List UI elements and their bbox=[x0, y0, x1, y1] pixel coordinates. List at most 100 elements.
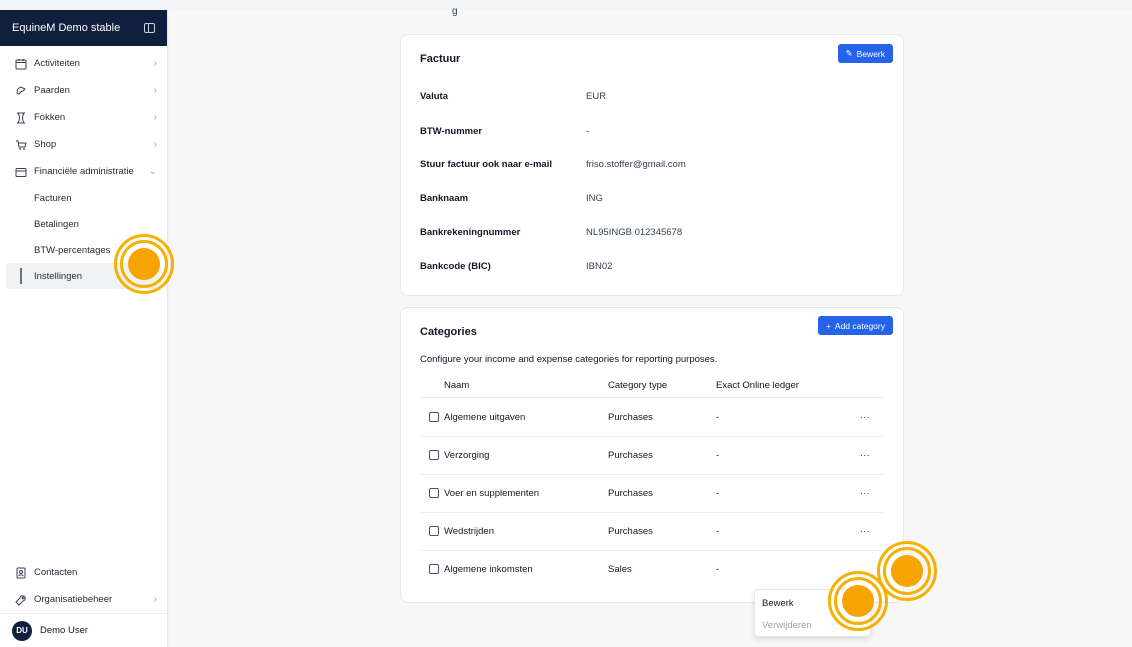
category-name: Algemene uitgaven bbox=[444, 412, 526, 423]
factuur-card: Factuur ✎ Bewerk Valuta EUR BTW-nummer -… bbox=[400, 34, 904, 296]
sidebar-item-label: Contacten bbox=[34, 567, 78, 578]
field-label: Bankcode (BIC) bbox=[420, 261, 491, 272]
row-checkbox[interactable] bbox=[429, 450, 439, 460]
sidebar-subitem-instellingen[interactable]: Instellingen bbox=[6, 263, 161, 289]
column-header-naam: Naam bbox=[444, 380, 470, 391]
sidebar-item-label: Activiteiten bbox=[34, 58, 80, 69]
chevron-right-icon: › bbox=[153, 58, 157, 69]
sidebar-subitem-label: BTW-percentages bbox=[34, 244, 111, 256]
field-label: BTW-nummer bbox=[420, 126, 483, 137]
field-value: IBN02 bbox=[586, 261, 613, 272]
pencil-icon: ✎ bbox=[845, 48, 853, 58]
field-value: - bbox=[586, 126, 590, 137]
sidebar-item-label: Financiële administratie bbox=[34, 166, 134, 177]
add-category-button[interactable]: + Add category bbox=[817, 316, 893, 335]
row-menu-icon[interactable]: ... bbox=[860, 486, 870, 497]
chevron-right-icon: › bbox=[153, 594, 157, 605]
sidebar-item-organisatiebeheer[interactable]: Organisatiebeheer › bbox=[0, 586, 167, 613]
categories-description: Configure your income and expense catego… bbox=[420, 354, 718, 365]
category-ledger: - bbox=[716, 412, 720, 423]
categories-title: Categories bbox=[420, 326, 477, 338]
sidebar-item-label: Organisatiebeheer bbox=[34, 594, 113, 605]
category-type: Purchases bbox=[608, 488, 653, 499]
row-menu-icon[interactable]: ... bbox=[860, 410, 870, 421]
sidebar-item-fokken[interactable]: Fokken › bbox=[0, 104, 167, 131]
row-checkbox[interactable] bbox=[429, 564, 439, 574]
field-label: Banknaam bbox=[420, 193, 469, 204]
field-label: Valuta bbox=[420, 91, 448, 102]
field-value: friso.stoffer@gmail.com bbox=[586, 159, 686, 170]
sidebar-nav: Activiteiten › Paarden › Fokken › Shop ›… bbox=[0, 46, 167, 289]
row-context-menu: Bewerk Verwijderen bbox=[754, 589, 871, 637]
sidebar-item-label: Paarden bbox=[34, 85, 70, 96]
sidebar-subitem-btw-percentages[interactable]: BTW-percentages bbox=[6, 237, 161, 263]
sidebar-bottom: Contacten Organisatiebeheer › DU Demo Us… bbox=[0, 559, 167, 647]
main-content: g Factuur ✎ Bewerk Valuta EUR BTW-nummer… bbox=[169, 6, 1132, 647]
sidebar-item-label: Fokken bbox=[34, 112, 66, 123]
row-checkbox[interactable] bbox=[429, 412, 439, 422]
sidebar-subitem-label: Instellingen bbox=[34, 270, 83, 282]
horse-icon bbox=[14, 84, 27, 97]
chevron-right-icon: › bbox=[153, 85, 157, 96]
row-menu-icon[interactable]: ... bbox=[860, 524, 870, 535]
sidebar-subitem-label: Betalingen bbox=[34, 218, 79, 230]
sidebar-subitem-betalingen[interactable]: Betalingen bbox=[6, 211, 161, 237]
table-row[interactable]: Verzorging Purchases - ... bbox=[420, 437, 884, 475]
sidebar-item-paarden[interactable]: Paarden › bbox=[0, 77, 167, 104]
category-type: Sales bbox=[608, 564, 632, 575]
row-checkbox[interactable] bbox=[429, 488, 439, 498]
factuur-title: Factuur bbox=[420, 53, 461, 65]
table-row[interactable]: Wedstrijden Purchases - ... bbox=[420, 513, 884, 551]
field-value: EUR bbox=[586, 91, 607, 102]
row-checkbox[interactable] bbox=[429, 526, 439, 536]
user-menu[interactable]: DU Demo User bbox=[0, 613, 167, 647]
field-label: Bankrekeningnummer bbox=[420, 227, 521, 238]
app-root: EquineM Demo stable Activiteiten › Paard… bbox=[0, 0, 1132, 647]
categories-card: Categories + Add category Configure your… bbox=[400, 307, 904, 603]
table-row[interactable]: Algemene uitgaven Purchases - ... bbox=[420, 399, 884, 437]
table-row[interactable]: Voer en supplementen Purchases - ... bbox=[420, 475, 884, 513]
chevron-down-icon: ⌄ bbox=[148, 166, 157, 177]
table-row[interactable]: Algemene inkomsten Sales - bbox=[420, 551, 884, 589]
settings-icon bbox=[14, 593, 27, 606]
sidebar-item-contacten[interactable]: Contacten bbox=[0, 559, 167, 586]
sidebar-subitem-facturen[interactable]: Facturen bbox=[6, 185, 161, 211]
menu-item-delete[interactable]: Verwijderen bbox=[755, 614, 870, 636]
category-ledger: - bbox=[716, 488, 720, 499]
column-header-category-type: Category type bbox=[608, 380, 668, 391]
category-name: Algemene inkomsten bbox=[444, 564, 533, 575]
field-value: NL95INGB 012345678 bbox=[586, 227, 683, 238]
sidebar-item-shop[interactable]: Shop › bbox=[0, 131, 167, 158]
category-ledger: - bbox=[716, 564, 720, 575]
row-menu-icon[interactable]: ... bbox=[860, 448, 870, 459]
category-name: Voer en supplementen bbox=[444, 488, 540, 499]
category-name: Wedstrijden bbox=[444, 526, 494, 537]
edit-factuur-button[interactable]: ✎ Bewerk bbox=[837, 44, 893, 63]
sidebar-toggle-icon[interactable] bbox=[144, 23, 155, 33]
chevron-right-icon: › bbox=[153, 139, 157, 150]
plus-icon: + bbox=[825, 320, 831, 331]
sidebar-item-financiele-administratie[interactable]: Financiële administratie ⌄ bbox=[0, 158, 167, 185]
category-type: Purchases bbox=[608, 412, 653, 423]
category-type: Purchases bbox=[608, 526, 653, 537]
sidebar-item-activiteiten[interactable]: Activiteiten › bbox=[0, 50, 167, 77]
edit-button-label: Bewerk bbox=[856, 48, 885, 59]
org-switcher[interactable]: EquineM Demo stable bbox=[0, 10, 167, 46]
avatar: DU bbox=[12, 620, 32, 641]
sidebar-subitem-label: Facturen bbox=[34, 192, 72, 204]
chevron-right-icon: › bbox=[153, 112, 157, 123]
sidebar-item-label: Shop bbox=[34, 139, 57, 150]
table-header: Naam Category type Exact Online ledger bbox=[420, 376, 884, 398]
menu-item-edit[interactable]: Bewerk bbox=[755, 592, 870, 614]
field-value: ING bbox=[586, 193, 603, 204]
cart-icon bbox=[14, 138, 27, 151]
contacts-icon bbox=[14, 566, 27, 579]
category-ledger: - bbox=[716, 450, 720, 461]
breeding-icon bbox=[14, 111, 27, 124]
category-type: Purchases bbox=[608, 450, 653, 461]
wallet-icon bbox=[14, 165, 27, 178]
field-label: Stuur factuur ook naar e-mail bbox=[420, 159, 552, 170]
category-ledger: - bbox=[716, 526, 720, 537]
page-title-partial: g bbox=[452, 6, 458, 17]
add-category-label: Add category bbox=[834, 320, 885, 331]
